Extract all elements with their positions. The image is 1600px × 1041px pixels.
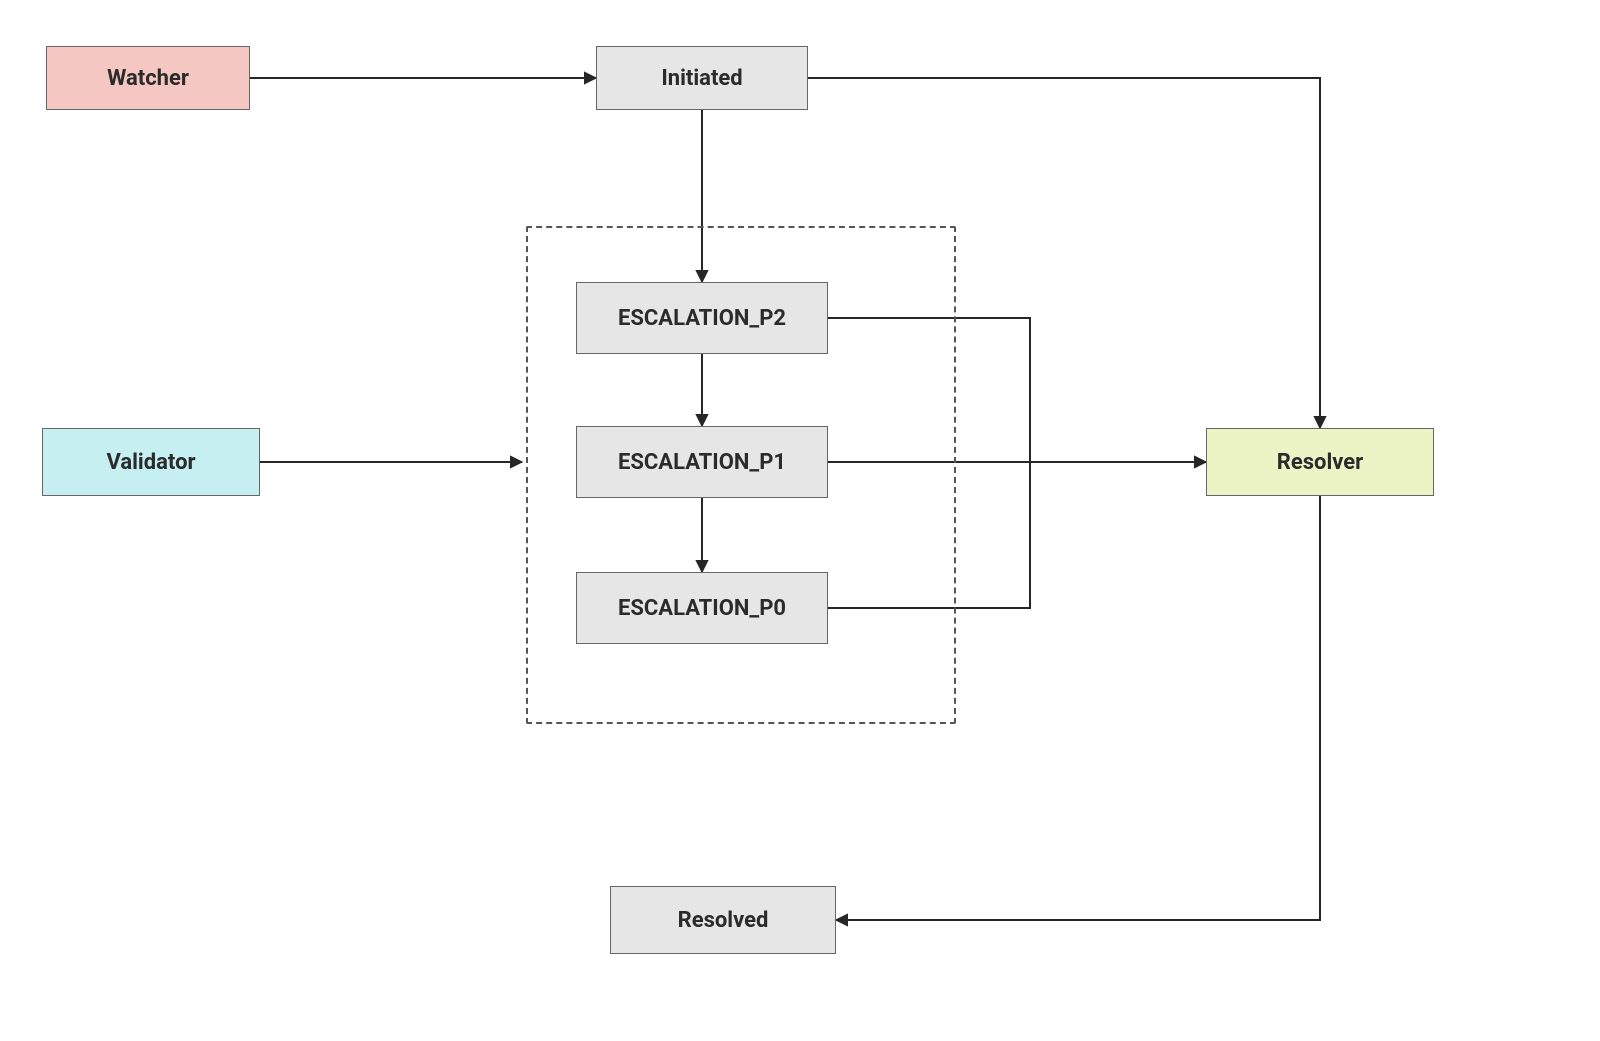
node-escalation-p1: ESCALATION_P1	[576, 426, 828, 498]
node-escalation-p1-label: ESCALATION_P1	[618, 450, 786, 475]
node-escalation-p0: ESCALATION_P0	[576, 572, 828, 644]
node-resolved: Resolved	[610, 886, 836, 954]
node-validator-label: Validator	[106, 450, 195, 475]
node-escalation-p2: ESCALATION_P2	[576, 282, 828, 354]
node-escalation-p0-label: ESCALATION_P0	[618, 596, 786, 621]
node-initiated-label: Initiated	[661, 66, 742, 91]
node-resolver: Resolver	[1206, 428, 1434, 496]
node-validator: Validator	[42, 428, 260, 496]
node-resolver-label: Resolver	[1277, 450, 1363, 475]
node-watcher: Watcher	[46, 46, 250, 110]
node-escalation-p2-label: ESCALATION_P2	[618, 306, 786, 331]
node-initiated: Initiated	[596, 46, 808, 110]
node-watcher-label: Watcher	[107, 66, 189, 91]
node-resolved-label: Resolved	[678, 908, 769, 933]
